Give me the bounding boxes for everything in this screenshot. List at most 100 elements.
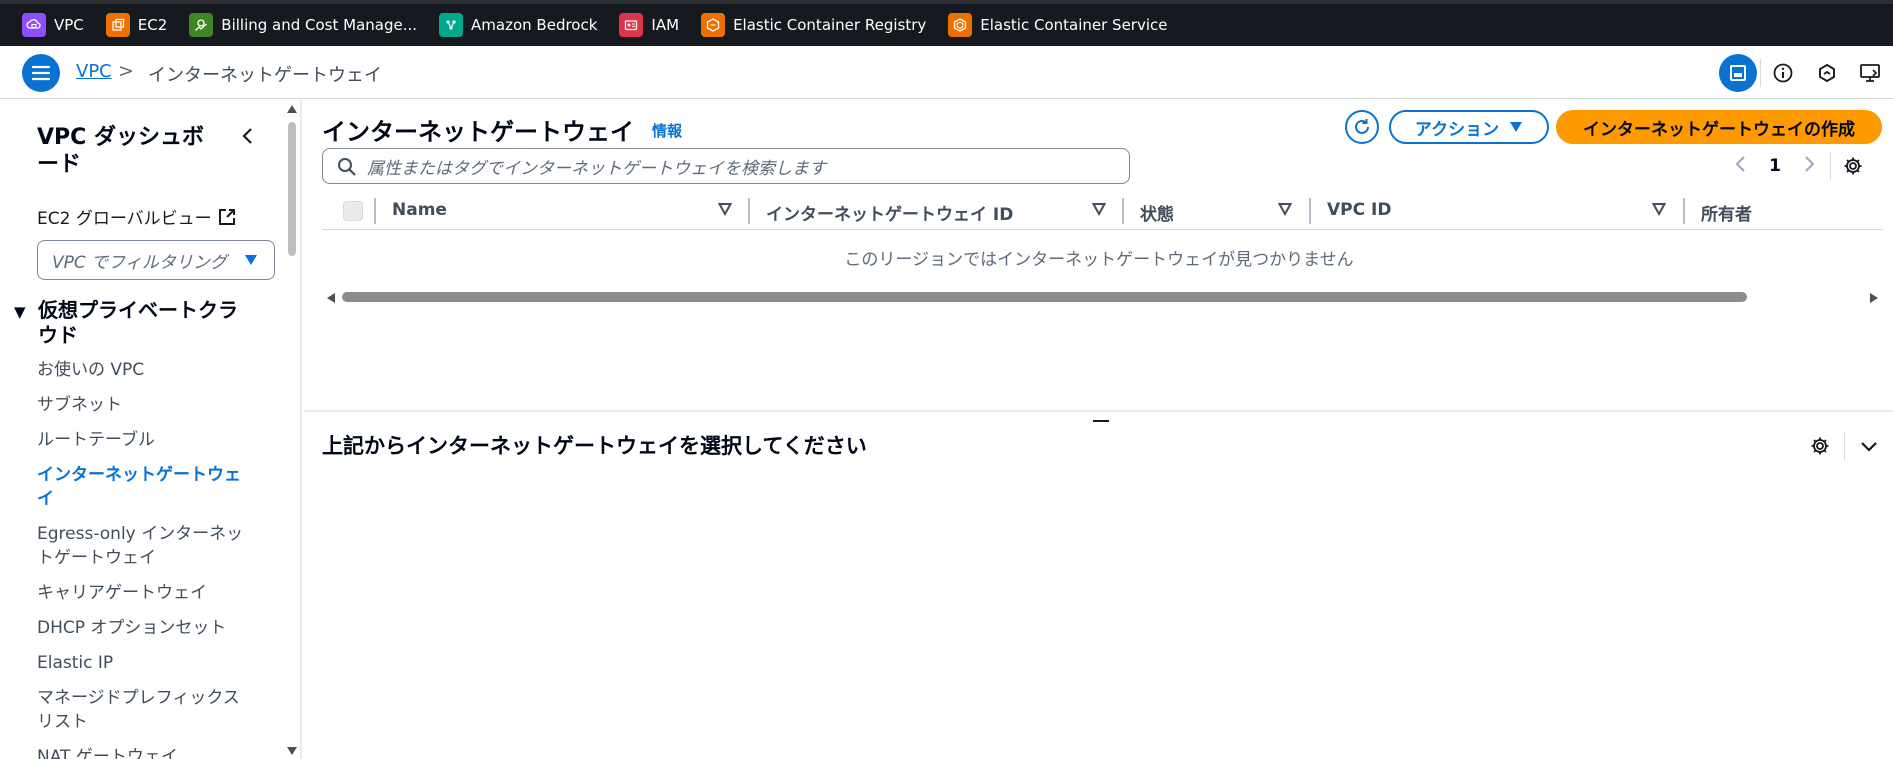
service-link-ecr[interactable]: Elastic Container Registry xyxy=(701,8,926,42)
sidebar-item-nat-gateways[interactable]: NAT ゲートウェイ xyxy=(37,745,257,759)
service-label: Elastic Container Registry xyxy=(733,16,927,34)
service-label: Elastic Container Service xyxy=(980,16,1168,34)
monitor-feedback-icon xyxy=(1860,64,1880,82)
scroll-left-icon[interactable] xyxy=(326,292,336,304)
pager-divider xyxy=(1830,152,1831,180)
sort-icon[interactable] xyxy=(1652,202,1666,216)
side-navigation: VPC ダッシュボード EC2 グローバルビュー VPC でフィルタリング ▼ … xyxy=(0,100,302,759)
column-divider xyxy=(1683,198,1685,224)
column-header-owner[interactable]: 所有者 xyxy=(1701,200,1752,225)
column-header-name[interactable]: Name xyxy=(392,200,447,220)
ec2-global-view-link[interactable]: EC2 グローバルビュー xyxy=(37,204,236,229)
service-link-ec2[interactable]: EC2 xyxy=(105,8,168,42)
sidebar-item-internet-gateways[interactable]: インターネットゲートウェイ xyxy=(37,463,247,511)
service-label: Billing and Cost Manage... xyxy=(221,16,418,34)
column-header-vpc-id[interactable]: VPC ID xyxy=(1327,200,1391,220)
split-panel-title: 上記からインターネットゲートウェイを選択してください xyxy=(322,434,867,458)
column-divider xyxy=(374,198,376,224)
caret-down-icon: ▼ xyxy=(14,303,26,321)
column-header-gateway-id[interactable]: インターネットゲートウェイ ID xyxy=(766,200,1013,225)
column-divider xyxy=(1309,198,1311,224)
service-link-iam[interactable]: IAM xyxy=(619,8,679,42)
breadcrumb-current: インターネットゲートウェイ xyxy=(148,65,382,86)
refresh-icon xyxy=(1355,119,1369,134)
resources-button[interactable] xyxy=(1805,52,1849,94)
breadcrumb-vpc-link[interactable]: VPC xyxy=(76,61,112,82)
next-page-button[interactable] xyxy=(1792,155,1826,178)
sidebar-item-your-vpcs[interactable]: お使いの VPC xyxy=(37,358,257,382)
actions-dropdown-button[interactable]: アクション xyxy=(1389,110,1549,144)
sidebar-scroll-thumb[interactable] xyxy=(288,122,296,256)
refresh-button[interactable] xyxy=(1345,110,1379,144)
search-placeholder: 属性またはタグでインターネットゲートウェイを検索します xyxy=(367,158,826,179)
service-link-billing[interactable]: Billing and Cost Manage... xyxy=(189,8,417,42)
scroll-up-icon[interactable] xyxy=(286,104,298,114)
sidebar-item-elastic-ip[interactable]: Elastic IP xyxy=(37,651,257,675)
sidebar-item-egress-only-gateways[interactable]: Egress-only インターネットゲートウェイ xyxy=(37,522,247,570)
breadcrumb-bar: VPC > インターネットゲートウェイ xyxy=(0,46,1893,99)
scroll-down-icon[interactable] xyxy=(286,746,298,756)
horizontal-scroll-thumb[interactable] xyxy=(342,292,1747,302)
section-label: 仮想プライベートクラウド xyxy=(38,298,238,347)
ecs-icon xyxy=(948,13,973,37)
sidebar-item-dhcp-option-sets[interactable]: DHCP オプションセット xyxy=(37,616,257,640)
chevron-left-icon xyxy=(1735,155,1745,172)
sort-icon[interactable] xyxy=(1092,202,1106,216)
split-panel-divider-line xyxy=(1844,432,1845,460)
chevron-right-icon xyxy=(1805,155,1815,172)
service-favorites-bar: VPC EC2 Billing and Cost Manage... Amazo… xyxy=(0,0,1893,46)
service-link-bedrock[interactable]: Amazon Bedrock xyxy=(439,8,597,42)
service-link-ecs[interactable]: Elastic Container Service xyxy=(948,8,1168,42)
page-title: インターネットゲートウェイ xyxy=(322,118,634,146)
vpc-filter-select[interactable]: VPC でフィルタリング xyxy=(37,240,275,280)
panel-toggle-button[interactable] xyxy=(1716,52,1760,94)
chevron-left-icon xyxy=(242,128,252,144)
split-panel-collapse-button[interactable] xyxy=(1853,430,1885,462)
table-header: Name インターネットゲートウェイ ID 状態 VPC ID 所有者 xyxy=(322,192,1883,230)
sidebar-item-carrier-gateways[interactable]: キャリアゲートウェイ xyxy=(37,581,257,605)
gear-icon xyxy=(1844,157,1862,175)
current-page[interactable]: 1 xyxy=(1758,156,1792,176)
column-divider xyxy=(1122,198,1124,224)
navigation-menu-button[interactable] xyxy=(22,54,60,92)
sort-icon[interactable] xyxy=(1278,202,1292,216)
service-label: EC2 xyxy=(137,16,168,34)
hexagon-icon xyxy=(1819,63,1835,83)
info-icon xyxy=(1773,63,1793,83)
split-panel-preferences-button[interactable] xyxy=(1804,430,1836,462)
select-all-checkbox[interactable] xyxy=(343,201,363,221)
main-content: インターネットゲートウェイ 情報 アクション インターネットゲートウェイの作成 … xyxy=(304,100,1893,759)
section-toggle-vpc[interactable]: ▼ 仮想プライベートクラウド xyxy=(14,298,254,348)
table-horizontal-scrollbar[interactable] xyxy=(322,290,1883,304)
previous-page-button[interactable] xyxy=(1724,155,1758,178)
pagination: 1 xyxy=(1724,150,1869,182)
ec2-icon xyxy=(105,13,130,37)
sidebar-title: VPC ダッシュボード xyxy=(37,125,204,177)
split-panel-resize-handle[interactable] xyxy=(1093,420,1109,422)
iam-icon xyxy=(619,13,644,37)
info-panel-button[interactable] xyxy=(1761,52,1805,94)
create-internet-gateway-button[interactable]: インターネットゲートウェイの作成 xyxy=(1556,110,1882,144)
bedrock-icon xyxy=(439,13,464,37)
scroll-right-icon[interactable] xyxy=(1869,292,1879,304)
sort-icon[interactable] xyxy=(718,202,732,216)
info-link[interactable]: 情報 xyxy=(652,120,682,141)
empty-table-message: このリージョンではインターネットゲートウェイが見つかりません xyxy=(844,250,1354,270)
sidebar-item-subnets[interactable]: サブネット xyxy=(37,393,257,417)
service-label: VPC xyxy=(54,16,84,34)
collapse-sidebar-button[interactable] xyxy=(236,124,260,148)
vpc-icon xyxy=(22,13,46,37)
gear-icon xyxy=(1811,437,1829,455)
caret-down-icon xyxy=(1510,122,1523,132)
sidebar-item-managed-prefix-lists[interactable]: マネージドプレフィックスリスト xyxy=(37,686,247,734)
column-header-state[interactable]: 状態 xyxy=(1140,200,1174,225)
caret-down-icon xyxy=(245,255,257,265)
feedback-button[interactable] xyxy=(1849,52,1893,94)
table-preferences-button[interactable] xyxy=(1837,150,1869,182)
service-link-vpc[interactable]: VPC xyxy=(22,8,84,42)
search-input[interactable]: 属性またはタグでインターネットゲートウェイを検索します xyxy=(322,148,1130,184)
hamburger-icon xyxy=(32,65,50,81)
sidebar-item-route-tables[interactable]: ルートテーブル xyxy=(37,428,257,452)
column-divider xyxy=(748,198,750,224)
actions-label: アクション xyxy=(1414,119,1500,140)
